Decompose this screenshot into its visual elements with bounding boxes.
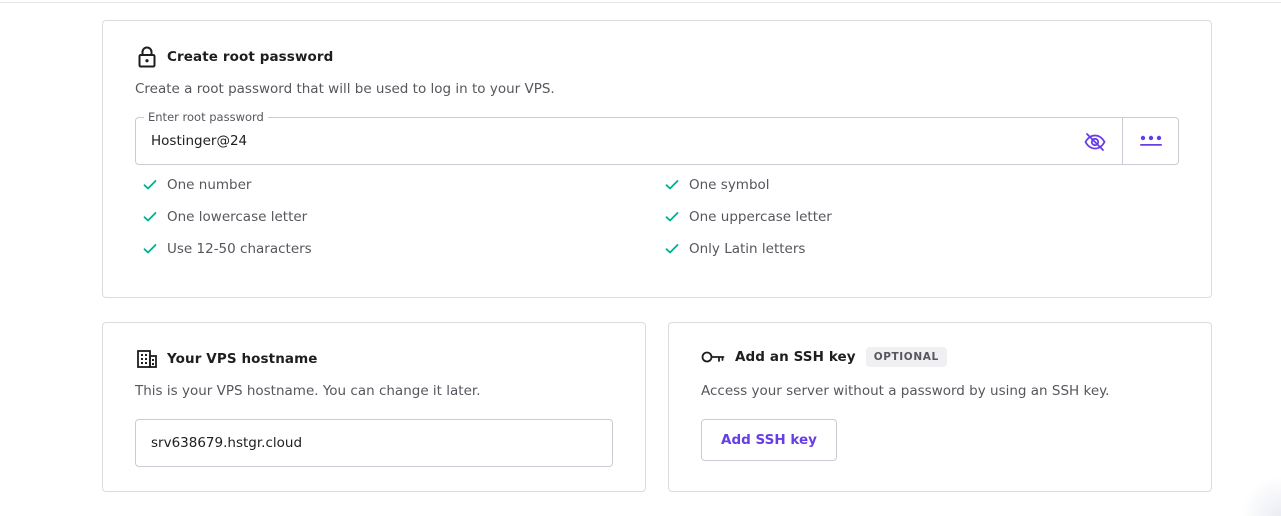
top-divider [0, 2, 1281, 3]
root-password-card: Create root password Create a root passw… [102, 20, 1212, 298]
check-icon [143, 243, 157, 255]
requirement-label: Use 12-50 characters [167, 241, 312, 257]
eye-off-icon[interactable] [1082, 129, 1108, 155]
requirement-item: Only Latin letters [665, 241, 805, 257]
root-password-input[interactable]: Hostinger@24 [151, 133, 247, 149]
requirement-item: One symbol [665, 177, 770, 193]
check-icon [665, 243, 679, 255]
requirement-item: One number [143, 177, 251, 193]
root-password-header: Create root password [137, 46, 333, 68]
check-icon [143, 211, 157, 223]
root-password-field[interactable]: Enter root password Hostinger@24 [135, 111, 1179, 165]
dots-icon[interactable] [1123, 118, 1178, 164]
key-icon [701, 350, 725, 364]
requirement-label: One number [167, 177, 252, 193]
hostname-title: Your VPS hostname [167, 351, 318, 367]
ssh-key-card: Add an SSH key OPTIONAL Access your serv… [668, 322, 1212, 492]
lock-icon [137, 46, 157, 68]
hostname-value[interactable]: srv638679.hstgr.cloud [151, 435, 302, 451]
ssh-key-header: Add an SSH key OPTIONAL [701, 347, 947, 367]
ssh-key-description: Access your server without a password by… [701, 383, 1110, 399]
ssh-key-title: Add an SSH key [735, 349, 856, 365]
hostname-card: Your VPS hostname This is your VPS hostn… [102, 322, 646, 492]
check-icon [665, 179, 679, 191]
hostname-header: Your VPS hostname [137, 350, 318, 368]
requirement-label: One lowercase letter [167, 209, 308, 225]
add-ssh-key-button[interactable]: Add SSH key [701, 419, 837, 461]
root-password-title: Create root password [167, 49, 334, 65]
root-password-description: Create a root password that will be used… [135, 81, 555, 97]
requirement-label: One uppercase letter [689, 209, 832, 225]
building-icon [137, 350, 157, 368]
check-icon [665, 211, 679, 223]
requirement-item: Use 12-50 characters [143, 241, 312, 257]
check-icon [143, 179, 157, 191]
hostname-input[interactable]: srv638679.hstgr.cloud [135, 419, 613, 467]
requirement-item: One lowercase letter [143, 209, 307, 225]
root-password-field-label: Enter root password [144, 111, 268, 124]
requirement-label: One symbol [689, 177, 770, 193]
requirement-label: Only Latin letters [689, 241, 806, 257]
optional-badge: OPTIONAL [865, 347, 947, 367]
hostname-description: This is your VPS hostname. You can chang… [135, 383, 481, 399]
requirement-item: One uppercase letter [665, 209, 832, 225]
corner-shadow [1241, 476, 1281, 516]
